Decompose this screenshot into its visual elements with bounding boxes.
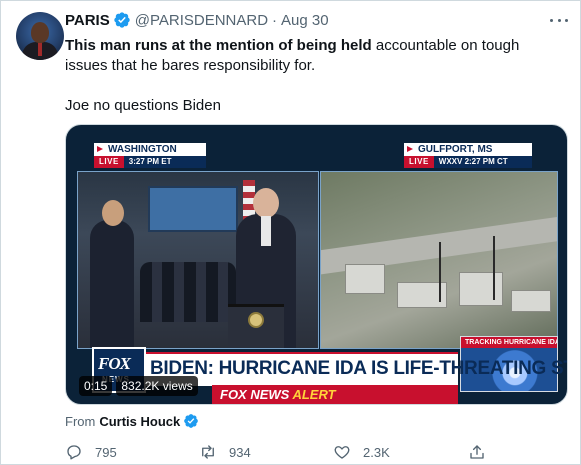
location-bug-gulfport: GULFPORT, MS LIVE WXXV 2:27 PM CT <box>404 143 532 169</box>
attribution-name[interactable]: Curtis Houck <box>99 414 180 429</box>
live-time: 3:27 PM ET <box>123 156 206 168</box>
location-city: GULFPORT, MS <box>404 143 532 156</box>
live-label: LIVE <box>404 156 434 168</box>
retweet-button[interactable]: 934 <box>199 442 251 462</box>
aerial-pole <box>439 242 441 302</box>
video-player[interactable]: WASHINGTON LIVE 3:27 PM ET GULFPORT, MS … <box>65 124 568 405</box>
aerial-building <box>345 264 385 294</box>
speaker-head <box>253 188 279 218</box>
video-duration: 0:15 <box>79 376 113 396</box>
live-strip: LIVE 3:27 PM ET <box>94 156 206 168</box>
avatar[interactable] <box>16 12 64 60</box>
video-stats: 0:15 832.2K views <box>79 376 198 396</box>
reply-button[interactable]: 795 <box>65 442 117 462</box>
author-name[interactable]: PARIS <box>65 12 110 29</box>
author-handle[interactable]: @PARISDENNARD <box>135 12 268 29</box>
verified-badge-icon <box>114 12 130 28</box>
location-city: WASHINGTON <box>94 143 206 156</box>
tweet-header: PARIS @PARISDENNARD · Aug 30 <box>65 10 329 30</box>
tweet-card[interactable]: PARIS @PARISDENNARD · Aug 30 This man ru… <box>0 0 581 465</box>
attribution-prefix: From <box>65 413 96 429</box>
studio-crowd <box>140 262 236 322</box>
avatar-head <box>31 22 49 43</box>
retweet-count: 934 <box>229 444 251 460</box>
header-separator: · <box>272 11 278 29</box>
presidential-seal <box>248 312 264 328</box>
news-headline: BIDEN: HURRICANE IDA IS LIFE-THREATING S… <box>150 358 567 379</box>
news-alert-bar: FOX NEWS ALERT <box>212 385 458 404</box>
video-frame-washington <box>77 171 319 349</box>
tweet-text-line-2: Joe no questions Biden <box>65 97 221 114</box>
speaker-shirt <box>261 216 271 246</box>
person-left-head <box>102 200 124 226</box>
aerial-building <box>511 290 551 312</box>
live-time: WXXV 2:27 PM CT <box>433 156 532 168</box>
avatar-tie <box>38 42 42 56</box>
more-dot <box>550 18 553 22</box>
alert-prefix: FOX NEWS <box>220 387 290 402</box>
video-frame-gulfport <box>320 171 558 349</box>
share-button[interactable] <box>468 442 498 462</box>
reply-icon <box>67 445 81 460</box>
tweet-text: This man runs at the mention of being he… <box>65 36 565 116</box>
media-attribution: From Curtis Houck <box>65 412 199 430</box>
more-dot <box>557 18 561 22</box>
verified-badge-icon <box>184 414 199 428</box>
live-strip: LIVE WXXV 2:27 PM CT <box>404 156 532 168</box>
reply-count: 795 <box>95 444 117 460</box>
like-count: 2.3K <box>363 444 390 460</box>
tweet-date[interactable]: Aug 30 <box>281 12 329 29</box>
live-label: LIVE <box>94 156 124 168</box>
share-icon <box>470 445 484 459</box>
alert-suffix: ALERT <box>289 387 336 402</box>
fox-logo-main: FOX <box>98 354 131 373</box>
heart-icon <box>334 446 350 459</box>
tweet-text-line-1: This man runs at the mention of being he… <box>65 36 565 76</box>
person-left <box>90 200 134 348</box>
tweet-text-bold: This man runs at the mention of being he… <box>65 37 372 54</box>
more-icon[interactable] <box>550 13 568 27</box>
retweet-icon <box>202 445 214 459</box>
location-bug-washington: WASHINGTON LIVE 3:27 PM ET <box>94 143 206 169</box>
tweet-actions: 795 934 2.3K <box>65 442 545 462</box>
video-views: 832.2K views <box>116 376 198 396</box>
studio-screen <box>148 186 238 232</box>
aerial-building <box>459 272 503 306</box>
like-button[interactable]: 2.3K <box>333 442 390 462</box>
aerial-pole <box>493 236 495 300</box>
more-dot <box>565 18 568 22</box>
tracking-label: TRACKING HURRICANE IDA <box>461 337 557 348</box>
